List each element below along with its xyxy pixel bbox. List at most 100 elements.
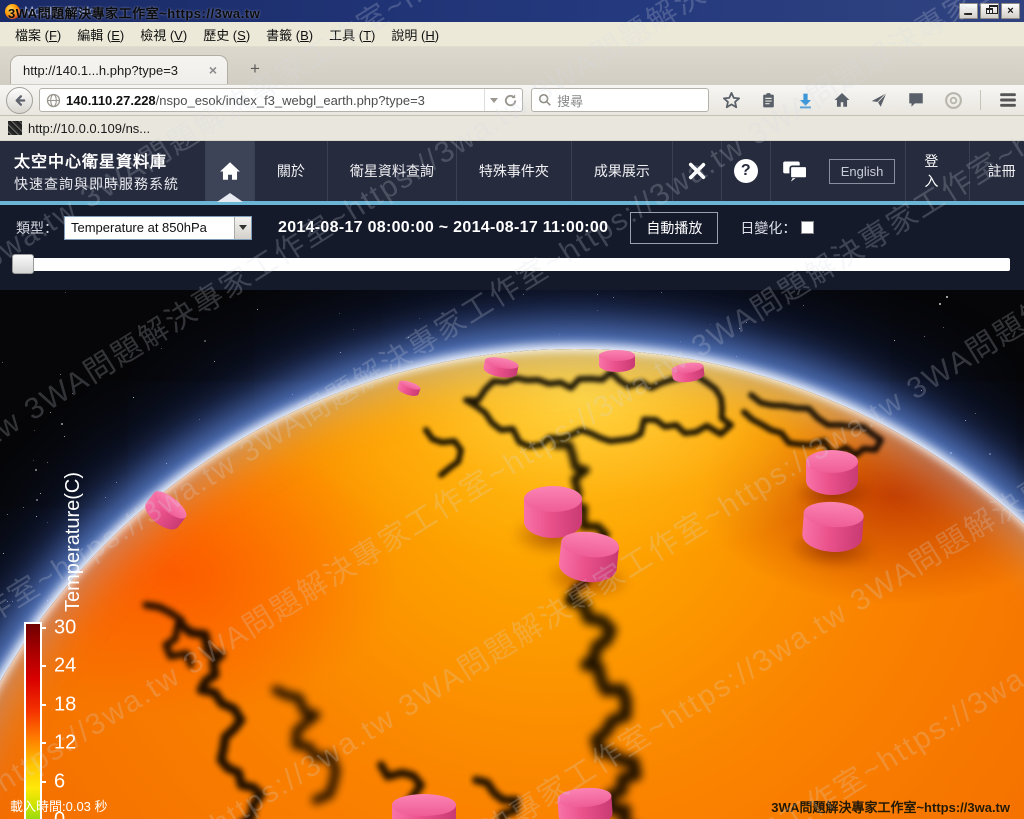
titlebar-watermark: 3WA問題解決專家工作室~https://3wa.tw: [8, 3, 260, 22]
toolbar-divider: [980, 90, 981, 110]
nav-help-button[interactable]: ?: [721, 141, 770, 201]
back-button[interactable]: [6, 87, 33, 114]
event-marker-cylinder[interactable]: [392, 794, 456, 819]
question-icon: ?: [734, 159, 758, 183]
close-button[interactable]: ×: [1001, 3, 1020, 19]
menu-V[interactable]: 檢視 (V): [133, 22, 194, 47]
control-bar: 類型： Temperature at 850hPa 2014-08-17 08:…: [0, 205, 1024, 250]
browser-tab[interactable]: http://140.1...h.php?type=3 ×: [10, 55, 228, 84]
search-box[interactable]: 搜尋: [531, 88, 709, 112]
coastlines: [0, 349, 1024, 819]
legend-value: 30: [54, 617, 76, 640]
nav-item-2[interactable]: 特殊事件夾: [456, 141, 571, 201]
nav-tools-button[interactable]: [672, 141, 721, 201]
nav-feedback-button[interactable]: [770, 141, 819, 201]
marker-top: [599, 350, 635, 361]
event-marker-cylinder[interactable]: [558, 529, 620, 581]
nav-home-tab[interactable]: [205, 141, 254, 201]
event-marker-cylinder[interactable]: [599, 350, 635, 370]
url-bar[interactable]: 140.110.27.228/nspo_esok/index_f3_webgl_…: [39, 88, 523, 112]
menu-B[interactable]: 書籤 (B): [259, 22, 320, 47]
time-slider-track[interactable]: [14, 258, 1010, 271]
type-label: 類型：: [16, 218, 58, 238]
event-marker-cylinder[interactable]: [801, 500, 864, 550]
load-time-status: 載入時間:0.03 秒: [10, 796, 108, 815]
marker-top: [392, 794, 456, 816]
bottom-watermark: 3WA問題解決專家工作室~https://3wa.tw: [771, 797, 1010, 816]
url-dropdown-icon[interactable]: [490, 98, 498, 103]
tab-bar: http://140.1...h.php?type=3 × +: [0, 47, 1024, 84]
tab-label: http://140.1...h.php?type=3: [23, 63, 207, 78]
bookmark-item[interactable]: http://10.0.0.109/ns...: [28, 121, 150, 136]
reading-list-icon[interactable]: [758, 90, 778, 110]
chevron-down-icon: [239, 225, 247, 230]
menu-F[interactable]: 檔案 (F): [8, 22, 68, 47]
bookmarks-bar: http://10.0.0.109/ns...: [0, 116, 1024, 141]
time-slider-row: [0, 250, 1024, 290]
reload-icon[interactable]: [503, 93, 518, 108]
site-logo-line1: 太空中心衛星資料庫: [14, 148, 205, 172]
downloads-icon[interactable]: [795, 90, 815, 110]
nav-item-3[interactable]: 成果展示: [571, 141, 672, 201]
marker-top: [806, 450, 858, 473]
menu-T[interactable]: 工具 (T): [322, 22, 382, 47]
nav-item-0[interactable]: 關於: [254, 141, 327, 201]
date-range: 2014-08-17 08:00:00 ~ 2014-08-17 11:00:0…: [278, 219, 608, 237]
legend-tick: [40, 742, 46, 744]
search-placeholder: 搜尋: [557, 91, 583, 110]
site-logo-line2: 快速查詢與即時服務系統: [14, 174, 205, 194]
event-marker-cylinder[interactable]: [806, 450, 858, 492]
send-page-icon[interactable]: [869, 90, 889, 110]
menu-bar: 檔案 (F)編輯 (E)檢視 (V)歷史 (S)書籤 (B)工具 (T)說明 (…: [0, 22, 1024, 47]
register-button[interactable]: 註冊: [969, 141, 1024, 201]
legend-tick: [40, 781, 46, 783]
minimize-button[interactable]: [959, 3, 978, 19]
url-text[interactable]: 140.110.27.228/nspo_esok/index_f3_webgl_…: [66, 93, 484, 108]
legend-tick: [40, 627, 46, 629]
marker-top: [524, 486, 582, 512]
tab-close-icon[interactable]: ×: [207, 62, 219, 78]
restore-button[interactable]: [980, 3, 999, 19]
event-marker-cylinder[interactable]: [524, 486, 582, 534]
hamburger-menu-icon[interactable]: [998, 90, 1018, 110]
site-header: 太空中心衛星資料庫 快速查詢與即時服務系統 關於衛星資料查詢特殊事件夾成果展示 …: [0, 141, 1024, 205]
login-button[interactable]: 登入: [906, 141, 968, 201]
menu-H[interactable]: 說明 (H): [384, 22, 446, 47]
type-select-value: Temperature at 850hPa: [65, 217, 234, 239]
url-host: 140.110.27.228: [66, 93, 156, 108]
title-bar: Mozilla Firefox 3WA問題解決專家工作室~https://3wa…: [0, 0, 1024, 22]
legend-value: 18: [54, 693, 76, 716]
home-icon[interactable]: [832, 90, 852, 110]
chat-bubble-icon[interactable]: [906, 90, 926, 110]
select-dropdown-button[interactable]: [234, 217, 251, 239]
earth-globe[interactable]: [0, 349, 1024, 819]
event-marker-cylinder[interactable]: [557, 786, 613, 819]
legend-axis-title: Temperature(C): [62, 472, 85, 612]
account-rings-icon[interactable]: [943, 90, 963, 110]
back-arrow-icon: [12, 93, 27, 108]
minimize-icon: [964, 13, 972, 15]
nav-item-1[interactable]: 衛星資料查詢: [327, 141, 456, 201]
type-select[interactable]: Temperature at 850hPa: [64, 216, 252, 240]
url-path: /nspo_esok/index_f3_webgl_earth.php?type…: [156, 93, 425, 108]
legend-value: 6: [54, 770, 65, 793]
language-button[interactable]: English: [829, 159, 896, 184]
legend-value: 24: [54, 655, 76, 678]
tools-icon: [685, 159, 709, 183]
speech-bubbles-icon: [782, 160, 808, 182]
bookmark-star-icon[interactable]: [721, 90, 741, 110]
menu-E[interactable]: 編輯 (E): [70, 22, 131, 47]
webgl-earth-canvas[interactable]: 3024181260−6−12−18−24−30 Temperature(C) …: [0, 290, 1024, 819]
time-slider-handle[interactable]: [12, 254, 34, 274]
navigation-toolbar: 140.110.27.228/nspo_esok/index_f3_webgl_…: [0, 84, 1024, 116]
menu-S[interactable]: 歷史 (S): [196, 22, 257, 47]
legend-gradient-bar: [24, 622, 42, 819]
site-logo[interactable]: 太空中心衛星資料庫 快速查詢與即時服務系統: [0, 141, 205, 201]
bookmark-favicon: [8, 121, 22, 135]
daily-variation-checkbox[interactable]: [801, 221, 814, 234]
browser-window: Mozilla Firefox 3WA問題解決專家工作室~https://3wa…: [0, 0, 1024, 819]
new-tab-button[interactable]: +: [242, 58, 268, 80]
daily-variation-label: 日變化：: [740, 218, 796, 238]
autoplay-button[interactable]: 自動播放: [630, 212, 718, 244]
house-icon: [219, 161, 241, 181]
